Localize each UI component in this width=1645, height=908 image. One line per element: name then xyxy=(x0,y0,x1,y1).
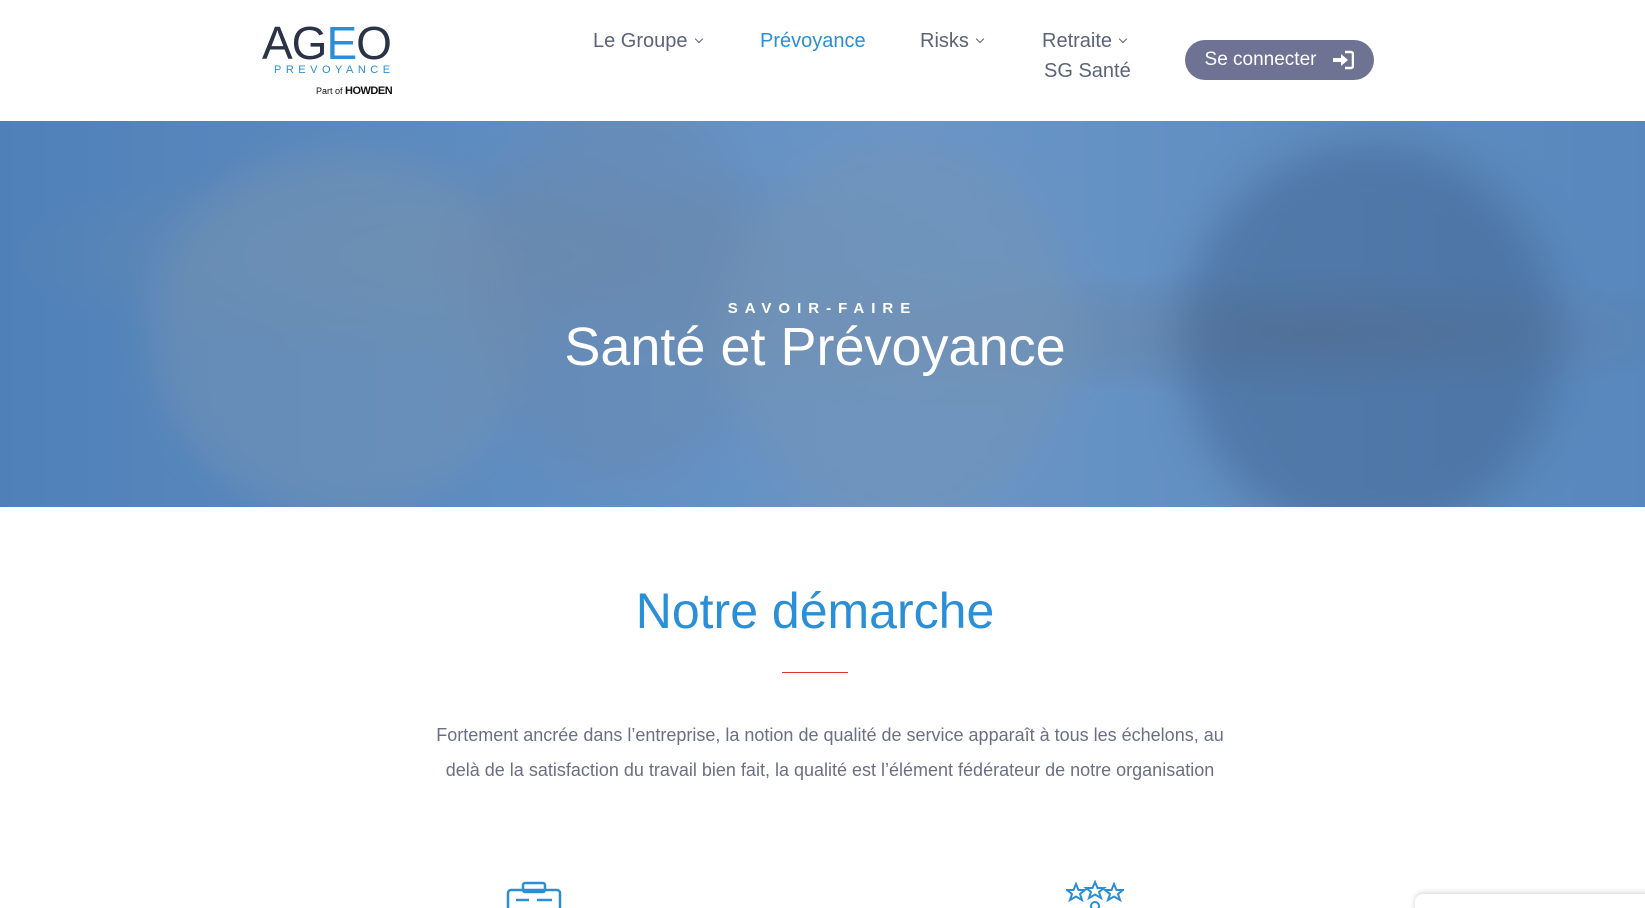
nav-item-retraite[interactable]: Retraite xyxy=(1042,30,1128,53)
nav-item-le-groupe[interactable]: Le Groupe xyxy=(593,30,703,53)
logo-subtitle: PREVOYANCE xyxy=(274,64,395,76)
logo-part-of: Part of HOWDEN xyxy=(316,85,393,97)
ageo-logo[interactable]: AGEO PREVOYANCE Part of HOWDEN xyxy=(262,20,402,100)
floating-widget[interactable] xyxy=(1415,894,1645,908)
nav-item-prevoyance[interactable]: Prévoyance xyxy=(760,30,866,53)
login-button[interactable]: Se connecter xyxy=(1185,40,1374,80)
hero-title: Santé et Prévoyance xyxy=(564,317,1066,377)
section-intro: Fortement ancrée dans l’entreprise, la n… xyxy=(436,725,1224,780)
login-button-label: Se connecter xyxy=(1204,49,1317,70)
hero-kicker: SAVOIR-FAIRE xyxy=(727,300,918,317)
stars-icon xyxy=(1066,880,1124,908)
nav-item-risks[interactable]: Risks xyxy=(920,30,985,53)
chevron-down-icon xyxy=(1118,34,1128,44)
site-header: AGEO PREVOYANCE Part of HOWDEN Le Groupe… xyxy=(0,0,1645,121)
nav-item-sg-sante[interactable]: SG Santé xyxy=(1044,60,1131,83)
logo-wordmark: AGEO xyxy=(262,17,392,69)
chevron-down-icon xyxy=(694,34,703,44)
clipboard-icon xyxy=(506,881,562,908)
section-title: Notre démarche xyxy=(635,583,995,639)
chevron-down-icon xyxy=(975,34,985,44)
title-divider xyxy=(782,672,848,673)
sign-in-icon xyxy=(1333,50,1355,70)
page: AGEO PREVOYANCE Part of HOWDEN Le Groupe… xyxy=(0,0,1645,908)
